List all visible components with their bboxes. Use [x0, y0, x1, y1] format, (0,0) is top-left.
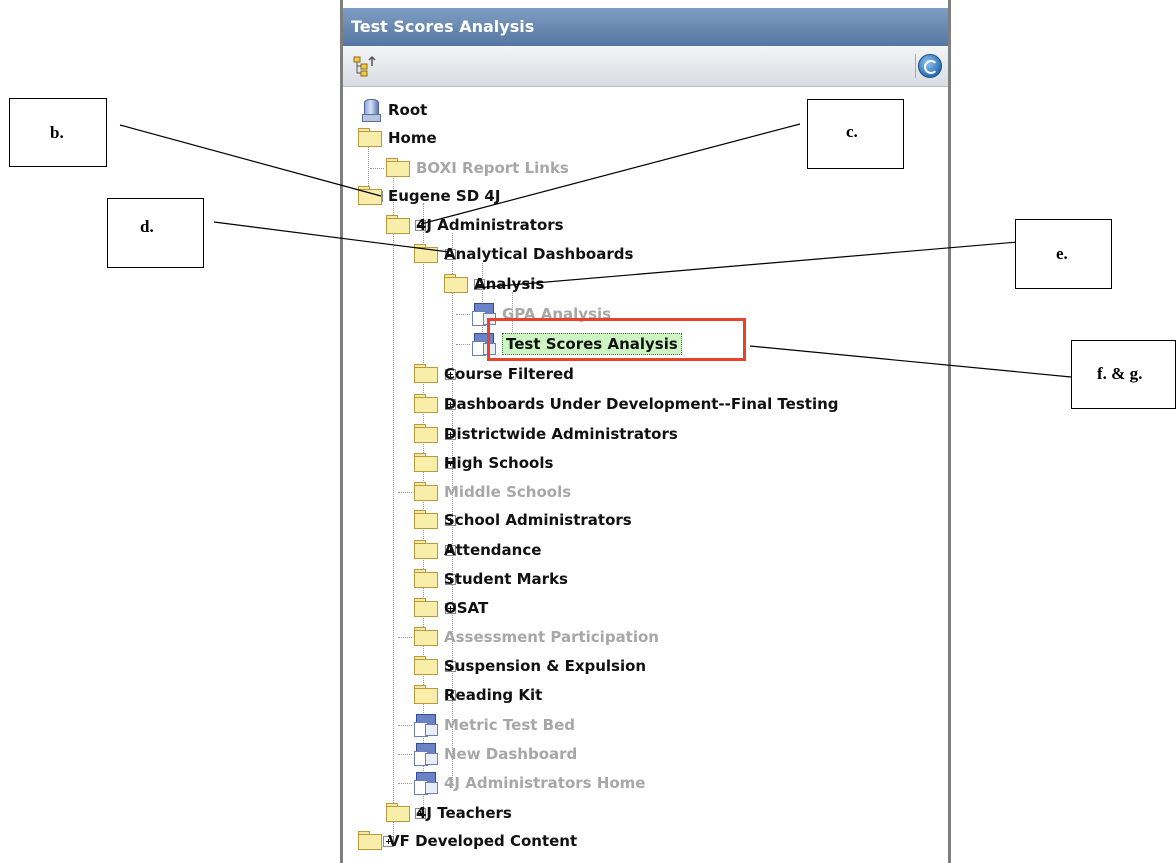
tree-node-label[interactable]: Suspension & Expulsion — [444, 656, 646, 676]
tree-node-label[interactable]: Home — [388, 128, 437, 148]
folder-icon — [414, 424, 438, 443]
tree-guide-line — [398, 492, 412, 493]
tree-node-label[interactable]: Student Marks — [444, 569, 568, 589]
tree-node-label[interactable]: Assessment Participation — [444, 627, 659, 647]
callout-box-d: d. — [107, 198, 204, 268]
callout-box-b: b. — [9, 98, 107, 167]
callout-box-fg: f. & g. — [1071, 340, 1176, 409]
folder-icon — [414, 453, 438, 472]
tree-guide-line — [398, 637, 412, 638]
tree-node-label[interactable]: 4J Teachers — [416, 803, 512, 823]
folder-icon — [414, 364, 438, 383]
dashboard-icon — [414, 714, 438, 737]
folder-icon — [414, 627, 438, 646]
tree-node-label[interactable]: 4J Administrators — [416, 215, 564, 235]
folder-icon — [444, 274, 468, 293]
tree-node-label[interactable]: 4J Administrators Home — [444, 773, 645, 793]
folder-icon — [414, 569, 438, 588]
folder-icon — [414, 598, 438, 617]
callout-label-fg: f. & g. — [1097, 364, 1143, 383]
folder-icon — [414, 244, 438, 263]
tree-node-label[interactable]: Analysis — [474, 274, 544, 294]
tree-node-label[interactable]: Eugene SD 4J — [388, 186, 500, 206]
folder-icon — [386, 158, 410, 177]
tree-node-label[interactable]: BOXI Report Links — [416, 158, 569, 178]
folder-icon — [414, 510, 438, 529]
tree-node-label[interactable]: Reading Kit — [444, 685, 542, 705]
tree-guide-line — [456, 314, 470, 315]
tree-node-label[interactable]: Dashboards Under Development--Final Test… — [444, 394, 839, 414]
refresh-icon[interactable] — [918, 54, 942, 78]
folder-icon — [386, 803, 410, 822]
callout-label-b: b. — [50, 123, 64, 142]
folder-icon — [414, 482, 438, 501]
toolbar-separator — [915, 54, 916, 78]
tree-node-label[interactable]: Analytical Dashboards — [444, 244, 633, 264]
folder-icon — [386, 215, 410, 234]
tree-guide-line — [398, 754, 412, 755]
tree-node-label[interactable]: Test Scores Analysis — [502, 333, 682, 355]
folder-icon — [358, 128, 382, 147]
tree-guide-line — [370, 168, 384, 169]
tree-view-icon[interactable] — [353, 55, 379, 79]
panel-toolbar — [343, 46, 948, 87]
tree-node-label[interactable]: School Administrators — [444, 510, 632, 530]
tree-node-label[interactable]: Course Filtered — [444, 364, 574, 384]
folder-icon — [414, 394, 438, 413]
folder-icon — [414, 540, 438, 559]
tree-node-label[interactable]: Districtwide Administrators — [444, 424, 678, 444]
folder-icon — [414, 685, 438, 704]
tree-guide-line — [456, 344, 470, 345]
dashboard-icon — [472, 303, 496, 326]
tree-node-label[interactable]: OSAT — [444, 598, 488, 618]
callout-label-e: e. — [1056, 244, 1068, 263]
folder-icon — [358, 831, 382, 850]
tree-guide-line — [398, 725, 412, 726]
database-icon — [362, 99, 381, 122]
dashboard-icon — [414, 743, 438, 766]
tree-node-label[interactable]: New Dashboard — [444, 744, 577, 764]
tree-node-label[interactable]: Metric Test Bed — [444, 715, 575, 735]
callout-label-d: d. — [140, 217, 154, 236]
tree-node-label[interactable]: VF Developed Content — [388, 831, 577, 851]
callout-box-c: c. — [807, 99, 904, 169]
tree-node-label[interactable]: GPA Analysis — [502, 304, 611, 324]
panel-title: Test Scores Analysis — [351, 17, 535, 36]
tree-node-label[interactable]: Attendance — [444, 540, 541, 560]
folder-icon — [358, 186, 382, 205]
panel-title-bar: Test Scores Analysis — [343, 8, 948, 47]
tree-node-label[interactable]: Root — [388, 100, 427, 120]
tree-guide-line — [393, 175, 394, 845]
tree-node-label[interactable]: Middle Schools — [444, 482, 571, 502]
callout-box-e: e. — [1015, 219, 1112, 289]
dashboard-icon — [472, 333, 496, 356]
folder-icon — [414, 656, 438, 675]
tree-guide-line — [398, 783, 412, 784]
tree-node-label[interactable]: High Schools — [444, 453, 553, 473]
dashboard-icon — [414, 772, 438, 795]
callout-label-c: c. — [846, 122, 858, 141]
